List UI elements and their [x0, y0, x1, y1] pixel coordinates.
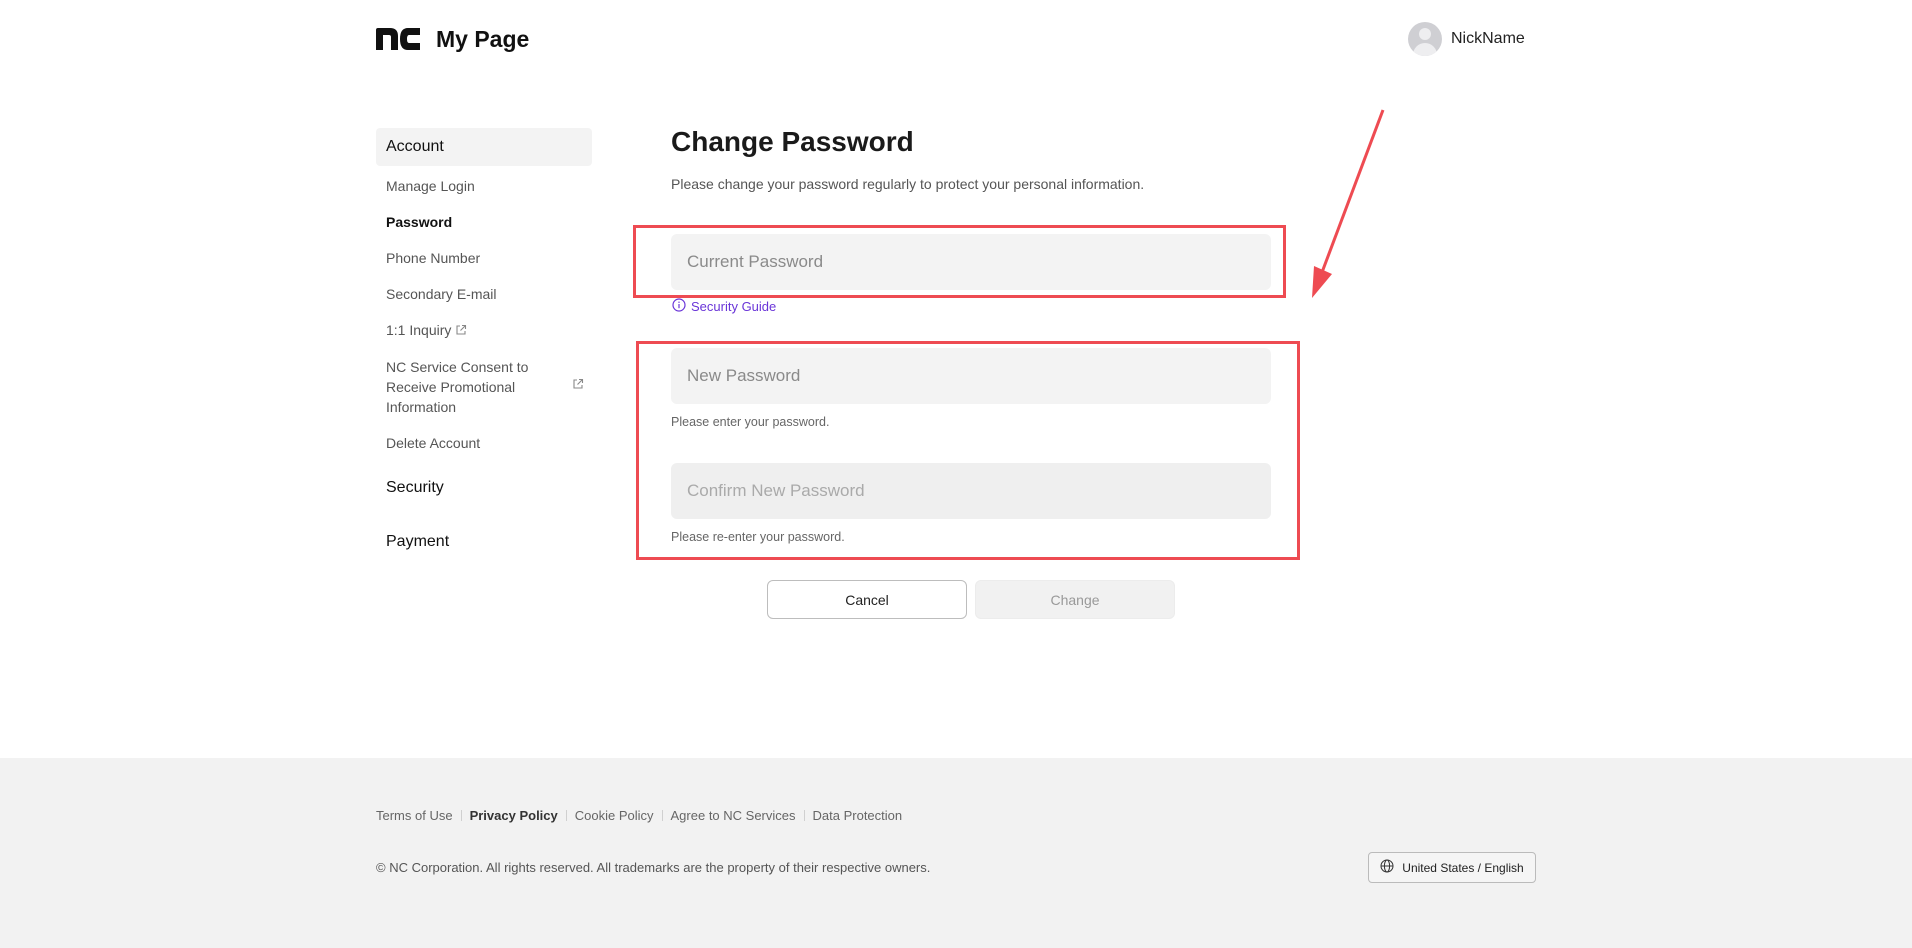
sidebar-item-password[interactable]: Password [376, 212, 592, 232]
footer-link-cookie[interactable]: Cookie Policy [575, 808, 654, 823]
sidebar-item-label: Secondary E-mail [386, 286, 497, 302]
page-title: My Page [436, 26, 530, 52]
sidebar-item-label: 1:1 Inquiry [386, 322, 452, 338]
change-button[interactable]: Change [975, 580, 1175, 619]
sidebar-item-manage-login[interactable]: Manage Login [376, 176, 592, 196]
cancel-button[interactable]: Cancel [767, 580, 967, 619]
sidebar: Account Manage Login Password Phone Numb… [376, 128, 592, 561]
highlight-box-current-password [633, 225, 1286, 298]
username: NickName [1451, 30, 1525, 47]
sidebar-item-label: Phone Number [386, 250, 481, 266]
my-page: My Page NickName Account Manage Login Pa… [0, 0, 1912, 948]
page-description: Please change your password regularly to… [671, 176, 1145, 192]
sidebar-item-label: NC Service Consent to Receive Promotiona… [386, 359, 529, 416]
sidebar-section-security[interactable]: Security [376, 469, 592, 507]
footer-link-data-protection[interactable]: Data Protection [813, 808, 903, 823]
sidebar-item-label: Delete Account [386, 435, 481, 452]
info-icon [672, 298, 691, 315]
nc-logo-icon [376, 28, 420, 50]
avatar [1408, 22, 1442, 56]
footer-link-agree-services[interactable]: Agree to NC Services [671, 808, 796, 823]
sidebar-section-payment[interactable]: Payment [376, 523, 592, 561]
divider [803, 810, 805, 821]
divider [565, 810, 567, 821]
footer: Terms of Use Privacy Policy Cookie Polic… [0, 758, 1912, 948]
external-link-icon [572, 375, 584, 395]
external-link-icon [455, 321, 467, 341]
footer-links: Terms of Use Privacy Policy Cookie Polic… [376, 808, 902, 823]
sidebar-item-label: Manage Login [386, 178, 475, 194]
user-menu[interactable]: NickName [1408, 22, 1525, 56]
change-password-heading: Change Password [671, 126, 914, 157]
security-guide-link[interactable]: Security Guide [672, 298, 776, 315]
language-label: United States / English [1402, 860, 1524, 875]
sidebar-item-promotional-consent[interactable]: NC Service Consent to Receive Promotiona… [376, 357, 584, 417]
sidebar-item-inquiry[interactable]: 1:1 Inquiry [376, 320, 592, 341]
header: My Page NickName [0, 0, 1912, 80]
annotation-arrow-icon [1312, 109, 1385, 298]
sidebar-item-secondary-email[interactable]: Secondary E-mail [376, 284, 592, 304]
highlight-box-new-password [636, 341, 1300, 560]
copyright-text: © NC Corporation. All rights reserved. A… [376, 860, 931, 875]
language-selector[interactable]: United States / English [1368, 852, 1536, 883]
divider [661, 810, 663, 821]
footer-link-privacy[interactable]: Privacy Policy [470, 808, 558, 823]
divider [460, 810, 462, 821]
sidebar-item-phone-number[interactable]: Phone Number [376, 248, 592, 268]
nc-logo[interactable] [376, 28, 420, 50]
security-guide-label: Security Guide [691, 299, 777, 314]
footer-link-terms[interactable]: Terms of Use [376, 808, 453, 823]
sidebar-item-delete-account[interactable]: Delete Account [376, 433, 592, 453]
globe-icon [1380, 859, 1402, 876]
sidebar-item-label: Password [386, 214, 453, 230]
sidebar-account-list: Manage Login Password Phone Number Secon… [376, 176, 592, 453]
main-content: Change Password Please change your passw… [671, 126, 1144, 192]
sidebar-section-account[interactable]: Account [376, 128, 592, 166]
